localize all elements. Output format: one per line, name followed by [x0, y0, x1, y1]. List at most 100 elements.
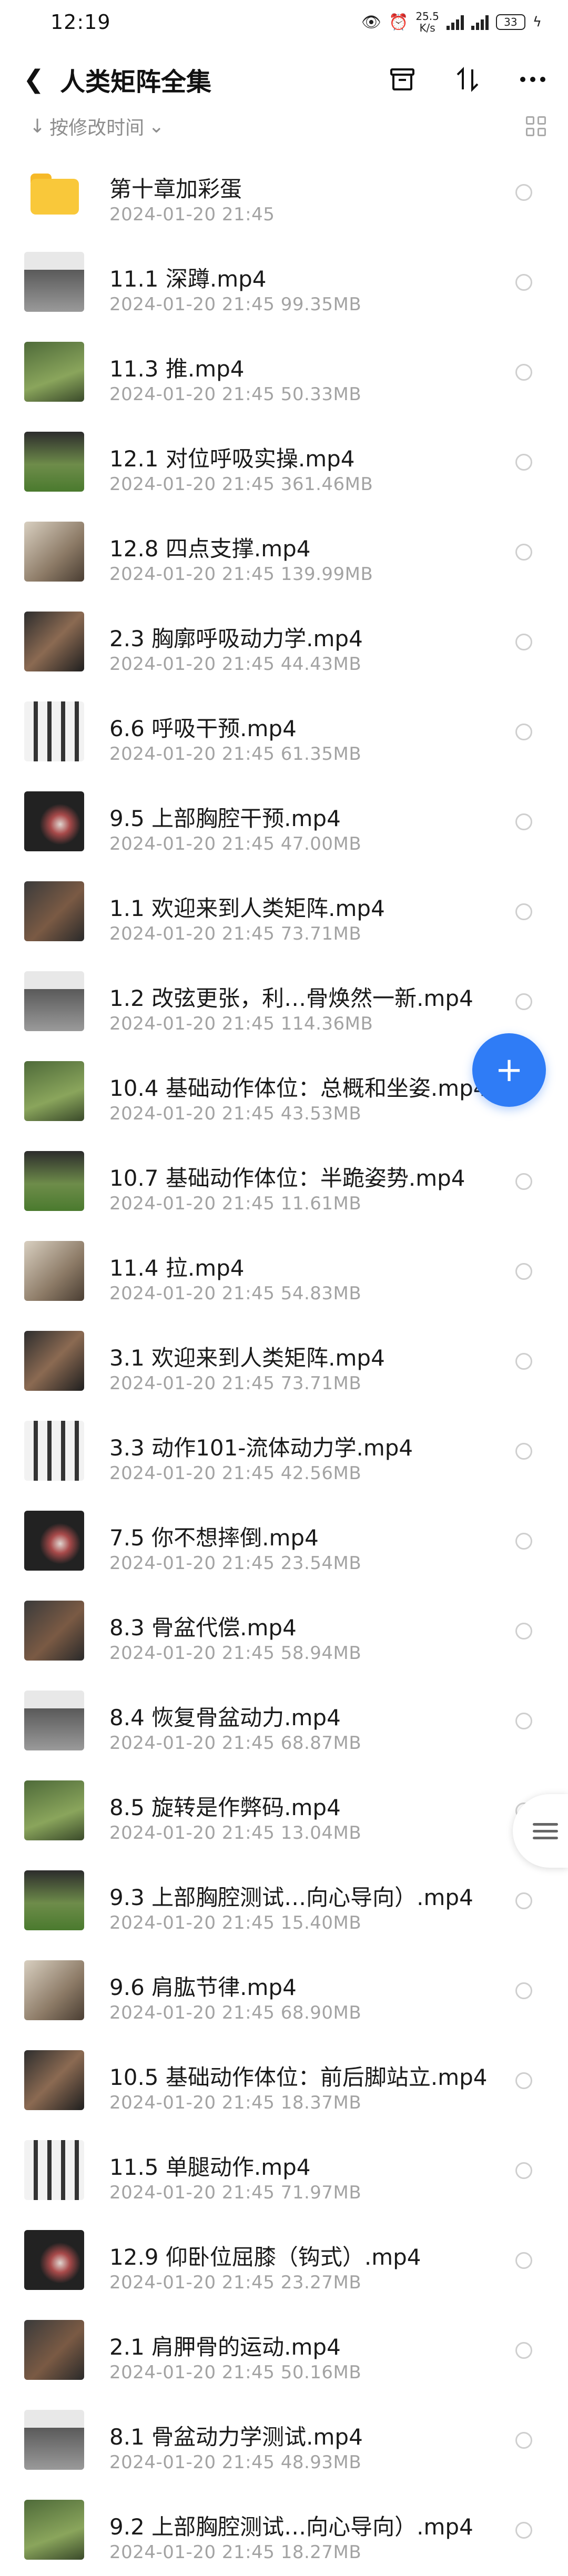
video-thumbnail — [24, 2500, 84, 2560]
file-meta: 2024-01-20 21:45 73.71MB — [109, 1373, 362, 1394]
file-row[interactable]: 7.5 你不想摔倒.mp4 2024-01-20 21:45 23.54MB — [0, 1497, 568, 1587]
video-thumbnail — [24, 1691, 84, 1750]
select-radio[interactable] — [515, 2342, 532, 2359]
file-row[interactable]: 2.1 肩胛骨的运动.mp4 2024-01-20 21:45 50.16MB — [0, 2306, 568, 2396]
select-radio[interactable] — [515, 544, 532, 561]
alarm-icon: ⏰ — [388, 13, 409, 32]
file-row[interactable]: 1.2 改弦更张，利…骨焕然一新.mp4 2024-01-20 21:45 114… — [0, 958, 568, 1047]
file-row[interactable]: 10.7 基础动作体位：半跪姿势.mp4 2024-01-20 21:45 11.… — [0, 1137, 568, 1227]
file-name: 6.6 呼吸干预.mp4 — [109, 716, 297, 741]
select-radio[interactable] — [515, 364, 532, 381]
file-meta: 2024-01-20 21:45 23.54MB — [109, 1553, 362, 1574]
grid-view-icon[interactable] — [526, 116, 546, 136]
file-row[interactable]: 8.5 旋转是作弊码.mp4 2024-01-20 21:45 13.04MB — [0, 1767, 568, 1857]
file-meta: 2024-01-20 21:45 68.90MB — [109, 2002, 362, 2023]
video-thumbnail — [24, 1511, 84, 1571]
more-icon[interactable] — [519, 65, 547, 94]
file-meta: 2024-01-20 21:45 11.61MB — [109, 1193, 362, 1214]
select-radio[interactable] — [515, 184, 532, 201]
file-name: 9.3 上部胸腔测试…向心导向）.mp4 — [109, 1885, 473, 1910]
file-row[interactable]: 12.8 四点支撑.mp4 2024-01-20 21:45 139.99MB — [0, 508, 568, 598]
add-fab-button[interactable]: + — [472, 1033, 546, 1107]
file-meta: 2024-01-20 21:45 68.87MB — [109, 1733, 362, 1754]
select-radio[interactable] — [515, 993, 532, 1010]
select-radio[interactable] — [515, 2252, 532, 2269]
file-name: 8.5 旋转是作弊码.mp4 — [109, 1795, 341, 1820]
file-row[interactable]: 12.9 仰卧位屈膝（钩式）.mp4 2024-01-20 21:45 23.27… — [0, 2216, 568, 2306]
select-radio[interactable] — [515, 2162, 532, 2179]
video-thumbnail — [24, 1061, 84, 1121]
file-row[interactable]: 9.3 上部胸腔测试…向心导向）.mp4 2024-01-20 21:45 15.… — [0, 1857, 568, 1947]
video-thumbnail — [24, 342, 84, 402]
file-row[interactable]: 2.3 胸廓呼吸动力学.mp4 2024-01-20 21:45 44.43MB — [0, 598, 568, 688]
select-radio[interactable] — [515, 724, 532, 740]
select-radio[interactable] — [515, 1533, 532, 1550]
select-radio[interactable] — [515, 634, 532, 650]
file-row[interactable]: 8.4 恢复骨盆动力.mp4 2024-01-20 21:45 68.87MB — [0, 1677, 568, 1767]
folder-icon — [31, 174, 79, 215]
status-icons: 👁 ⏰ 25.5 K/s 33 ϟ — [361, 11, 542, 34]
select-radio[interactable] — [515, 2072, 532, 2089]
file-name: 11.1 深蹲.mp4 — [109, 266, 267, 292]
file-name: 8.4 恢复骨盆动力.mp4 — [109, 1705, 341, 1730]
status-bar: 12:19 👁 ⏰ 25.5 K/s 33 ϟ — [0, 0, 568, 44]
select-radio[interactable] — [515, 813, 532, 830]
sort-selector[interactable]: ↓ 按修改时间 ⌄ — [29, 113, 164, 140]
file-name: 10.5 基础动作体位：前后脚站立.mp4 — [109, 2064, 488, 2090]
file-name: 7.5 你不想摔倒.mp4 — [109, 1525, 319, 1551]
archive-icon[interactable] — [388, 65, 417, 94]
file-row[interactable]: 8.3 骨盆代偿.mp4 2024-01-20 21:45 58.94MB — [0, 1587, 568, 1677]
select-radio[interactable] — [515, 1623, 532, 1640]
file-name: 12.8 四点支撑.mp4 — [109, 536, 311, 562]
file-row[interactable]: 8.1 骨盆动力学测试.mp4 2024-01-20 21:45 48.93MB — [0, 2396, 568, 2486]
file-row[interactable]: 9.6 肩肱节律.mp4 2024-01-20 21:45 68.90MB — [0, 1947, 568, 2037]
select-radio[interactable] — [515, 1892, 532, 1909]
select-radio[interactable] — [515, 274, 532, 291]
select-radio[interactable] — [515, 454, 532, 471]
video-thumbnail — [24, 2230, 84, 2290]
file-row[interactable]: 9.2 上部胸腔测试…向心导向）.mp4 2024-01-20 21:45 18.… — [0, 2486, 568, 2576]
menu-icon — [532, 1822, 558, 1839]
file-row[interactable]: 1.1 欢迎来到人类矩阵.mp4 2024-01-20 21:45 73.71MB — [0, 868, 568, 958]
plus-icon: + — [495, 1051, 523, 1090]
file-meta: 2024-01-20 21:45 13.04MB — [109, 1822, 362, 1844]
select-radio[interactable] — [515, 1353, 532, 1370]
select-radio[interactable] — [515, 2522, 532, 2539]
video-thumbnail — [24, 1331, 84, 1391]
file-row[interactable]: 3.1 欢迎来到人类矩阵.mp4 2024-01-20 21:45 73.71MB — [0, 1317, 568, 1407]
sort-label: 按修改时间 — [49, 117, 145, 139]
file-name: 11.5 单腿动作.mp4 — [109, 2154, 311, 2180]
network-speed-value: 25.5 — [415, 10, 439, 23]
select-radio[interactable] — [515, 2432, 532, 2449]
select-radio[interactable] — [515, 1443, 532, 1460]
file-row[interactable]: 6.6 呼吸干预.mp4 2024-01-20 21:45 61.35MB — [0, 688, 568, 778]
file-row[interactable]: 11.1 深蹲.mp4 2024-01-20 21:45 99.35MB — [0, 238, 568, 328]
file-row[interactable]: 11.4 拉.mp4 2024-01-20 21:45 54.83MB — [0, 1227, 568, 1317]
file-row[interactable]: 3.3 动作101-流体动力学.mp4 2024-01-20 21:45 42.5… — [0, 1407, 568, 1497]
select-radio[interactable] — [515, 1982, 532, 1999]
back-icon[interactable]: ❮ — [23, 65, 60, 94]
file-row[interactable]: 10.5 基础动作体位：前后脚站立.mp4 2024-01-20 21:45 18… — [0, 2037, 568, 2126]
network-speed: 25.5 K/s — [415, 11, 439, 34]
file-row[interactable]: 11.3 推.mp4 2024-01-20 21:45 50.33MB — [0, 328, 568, 418]
select-radio[interactable] — [515, 1173, 532, 1190]
sort-order-icon[interactable] — [453, 65, 482, 94]
video-thumbnail — [24, 1421, 84, 1481]
select-radio[interactable] — [515, 1713, 532, 1729]
select-radio[interactable] — [515, 1263, 532, 1280]
file-meta: 2024-01-20 21:45 50.33MB — [109, 384, 362, 405]
file-row[interactable]: 12.1 对位呼吸实操.mp4 2024-01-20 21:45 361.46MB — [0, 418, 568, 508]
file-meta: 2024-01-20 21:45 50.16MB — [109, 2362, 362, 2383]
file-name: 2.3 胸廓呼吸动力学.mp4 — [109, 626, 363, 651]
video-thumbnail — [24, 701, 84, 761]
video-thumbnail — [24, 1960, 84, 2020]
file-meta: 2024-01-20 21:45 44.43MB — [109, 654, 362, 675]
folder-row[interactable]: 第十章加彩蛋 2024-01-20 21:45 — [0, 148, 568, 238]
file-row[interactable]: 9.5 上部胸腔干预.mp4 2024-01-20 21:45 47.00MB — [0, 778, 568, 868]
select-radio[interactable] — [515, 903, 532, 920]
file-name: 10.7 基础动作体位：半跪姿势.mp4 — [109, 1165, 465, 1191]
file-row[interactable]: 11.5 单腿动作.mp4 2024-01-20 21:45 71.97MB — [0, 2126, 568, 2216]
file-name: 8.1 骨盆动力学测试.mp4 — [109, 2424, 363, 2450]
video-thumbnail — [24, 612, 84, 671]
chevron-down-icon: ⌄ — [148, 115, 165, 137]
